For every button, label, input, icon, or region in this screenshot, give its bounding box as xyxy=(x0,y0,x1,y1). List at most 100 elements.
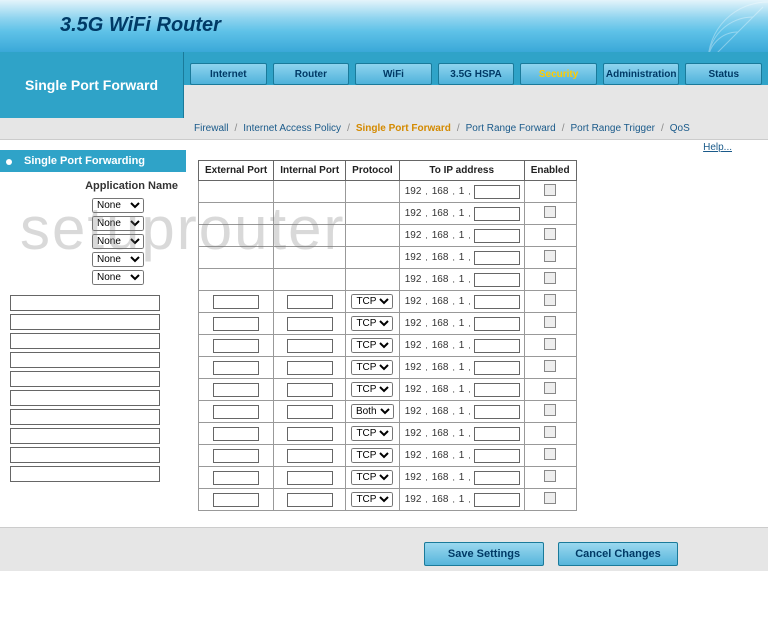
tab-status[interactable]: Status xyxy=(685,63,762,85)
ip-last-octet-13[interactable] xyxy=(474,471,520,485)
table-row: 192 . 168 . 1 . xyxy=(199,269,577,291)
subnav-qos[interactable]: QoS xyxy=(666,123,694,134)
int-port-5[interactable] xyxy=(287,295,333,309)
subnav-firewall[interactable]: Firewall xyxy=(190,123,232,134)
table-row: TCP192 . 168 . 1 . xyxy=(199,291,577,313)
enabled-checkbox-7[interactable] xyxy=(544,338,556,350)
int-port-7[interactable] xyxy=(287,339,333,353)
protocol-select-10[interactable]: Both xyxy=(351,404,394,419)
ip-last-octet-5[interactable] xyxy=(474,295,520,309)
tab-wifi[interactable]: WiFi xyxy=(355,63,432,85)
protocol-select-8[interactable]: TCP xyxy=(351,360,393,375)
cancel-button[interactable]: Cancel Changes xyxy=(558,542,678,566)
enabled-checkbox-14[interactable] xyxy=(544,492,556,504)
subnav-port-range-trigger[interactable]: Port Range Trigger xyxy=(566,123,659,134)
col-enabled: Enabled xyxy=(524,161,576,181)
ip-last-octet-9[interactable] xyxy=(474,383,520,397)
app-select-1[interactable]: None xyxy=(92,216,144,231)
protocol-select-6[interactable]: TCP xyxy=(351,316,393,331)
ext-port-14[interactable] xyxy=(213,493,259,507)
app-input-1[interactable] xyxy=(10,314,160,330)
ip-last-octet-7[interactable] xyxy=(474,339,520,353)
ext-port-6[interactable] xyxy=(213,317,259,331)
ip-last-octet-2[interactable] xyxy=(474,229,520,243)
tab-router[interactable]: Router xyxy=(273,63,350,85)
ip-last-octet-3[interactable] xyxy=(474,251,520,265)
enabled-checkbox-13[interactable] xyxy=(544,470,556,482)
app-input-7[interactable] xyxy=(10,428,160,444)
enabled-checkbox-11[interactable] xyxy=(544,426,556,438)
app-select-2[interactable]: None xyxy=(92,234,144,249)
int-port-9[interactable] xyxy=(287,383,333,397)
enabled-checkbox-10[interactable] xyxy=(544,404,556,416)
ip-last-octet-11[interactable] xyxy=(474,427,520,441)
protocol-select-12[interactable]: TCP xyxy=(351,448,393,463)
tab-3.5g-hspa[interactable]: 3.5G HSPA xyxy=(438,63,515,85)
radar-graphic xyxy=(648,0,768,52)
enabled-checkbox-2[interactable] xyxy=(544,228,556,240)
app-select-3[interactable]: None xyxy=(92,252,144,267)
int-port-8[interactable] xyxy=(287,361,333,375)
ip-last-octet-12[interactable] xyxy=(474,449,520,463)
app-input-0[interactable] xyxy=(10,295,160,311)
subnav-port-range-forward[interactable]: Port Range Forward xyxy=(462,123,560,134)
protocol-select-13[interactable]: TCP xyxy=(351,470,393,485)
int-port-13[interactable] xyxy=(287,471,333,485)
subnav-single-port-forward[interactable]: Single Port Forward xyxy=(352,123,455,134)
app-input-8[interactable] xyxy=(10,447,160,463)
enabled-checkbox-1[interactable] xyxy=(544,206,556,218)
enabled-checkbox-3[interactable] xyxy=(544,250,556,262)
enabled-checkbox-8[interactable] xyxy=(544,360,556,372)
ext-port-12[interactable] xyxy=(213,449,259,463)
ip-last-octet-4[interactable] xyxy=(474,273,520,287)
ip-last-octet-10[interactable] xyxy=(474,405,520,419)
ip-last-octet-1[interactable] xyxy=(474,207,520,221)
table-row: TCP192 . 168 . 1 . xyxy=(199,445,577,467)
protocol-select-5[interactable]: TCP xyxy=(351,294,393,309)
int-port-14[interactable] xyxy=(287,493,333,507)
subnav-internet-access-policy[interactable]: Internet Access Policy xyxy=(239,123,345,134)
app-select-4[interactable]: None xyxy=(92,270,144,285)
page-title: Single Port Forward xyxy=(0,52,184,118)
save-button[interactable]: Save Settings xyxy=(424,542,544,566)
enabled-checkbox-6[interactable] xyxy=(544,316,556,328)
app-input-5[interactable] xyxy=(10,390,160,406)
ext-port-11[interactable] xyxy=(213,427,259,441)
enabled-checkbox-9[interactable] xyxy=(544,382,556,394)
ext-port-8[interactable] xyxy=(213,361,259,375)
help-link[interactable]: Help... xyxy=(703,142,732,153)
ip-last-octet-0[interactable] xyxy=(474,185,520,199)
protocol-select-9[interactable]: TCP xyxy=(351,382,393,397)
ext-port-5[interactable] xyxy=(213,295,259,309)
table-row: 192 . 168 . 1 . xyxy=(199,203,577,225)
app-input-4[interactable] xyxy=(10,371,160,387)
int-port-12[interactable] xyxy=(287,449,333,463)
tab-internet[interactable]: Internet xyxy=(190,63,267,85)
int-port-6[interactable] xyxy=(287,317,333,331)
app-select-0[interactable]: None xyxy=(92,198,144,213)
protocol-select-14[interactable]: TCP xyxy=(351,492,393,507)
ext-port-13[interactable] xyxy=(213,471,259,485)
ip-last-octet-14[interactable] xyxy=(474,493,520,507)
int-port-11[interactable] xyxy=(287,427,333,441)
tab-administration[interactable]: Administration xyxy=(603,63,680,85)
table-row: 192 . 168 . 1 . xyxy=(199,225,577,247)
enabled-checkbox-5[interactable] xyxy=(544,294,556,306)
app-input-9[interactable] xyxy=(10,466,160,482)
enabled-checkbox-0[interactable] xyxy=(544,184,556,196)
tab-security[interactable]: Security xyxy=(520,63,597,85)
enabled-checkbox-4[interactable] xyxy=(544,272,556,284)
enabled-checkbox-12[interactable] xyxy=(544,448,556,460)
ext-port-7[interactable] xyxy=(213,339,259,353)
ip-last-octet-8[interactable] xyxy=(474,361,520,375)
ext-port-10[interactable] xyxy=(213,405,259,419)
protocol-select-7[interactable]: TCP xyxy=(351,338,393,353)
ext-port-9[interactable] xyxy=(213,383,259,397)
app-input-3[interactable] xyxy=(10,352,160,368)
app-input-2[interactable] xyxy=(10,333,160,349)
protocol-select-11[interactable]: TCP xyxy=(351,426,393,441)
product-title: 3.5G WiFi Router xyxy=(60,14,221,37)
ip-last-octet-6[interactable] xyxy=(474,317,520,331)
int-port-10[interactable] xyxy=(287,405,333,419)
app-input-6[interactable] xyxy=(10,409,160,425)
